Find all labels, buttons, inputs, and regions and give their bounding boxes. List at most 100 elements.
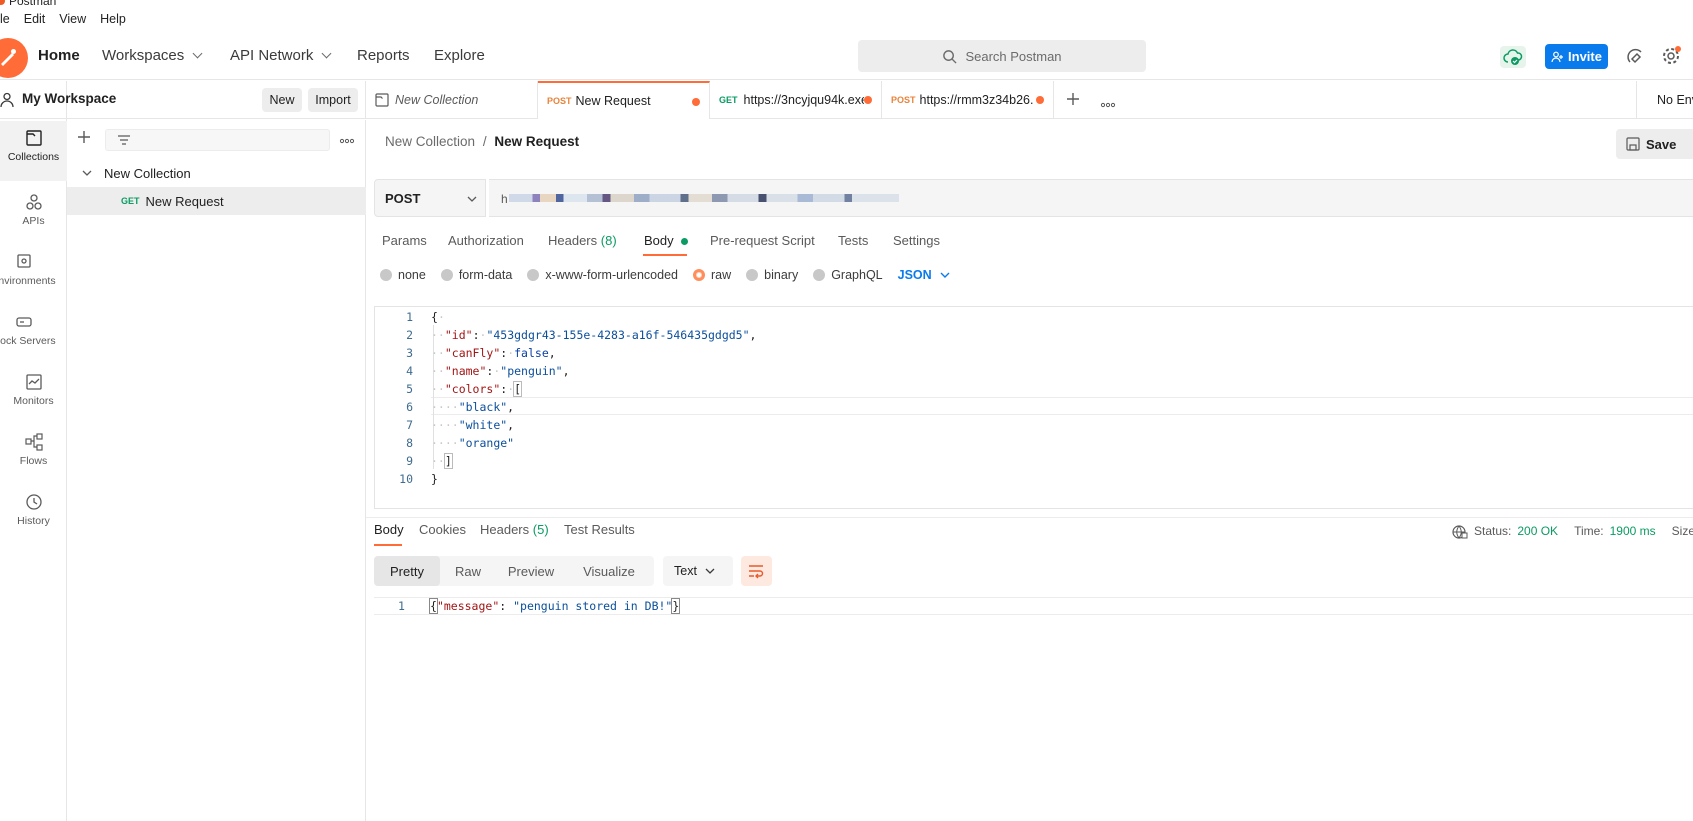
request-tabs: New Collection POST New Request GET http… bbox=[366, 81, 1693, 119]
workspace-title: My Workspace bbox=[22, 91, 117, 106]
breadcrumb-parent[interactable]: New Collection bbox=[385, 134, 475, 149]
chevron-down-icon bbox=[705, 568, 715, 574]
sidebar-item-monitors[interactable]: Monitors bbox=[0, 365, 67, 423]
tab-prerequest-script[interactable]: Pre-request Script bbox=[710, 233, 815, 248]
response-format-select[interactable]: Text bbox=[663, 556, 733, 586]
response-time[interactable]: 1900 ms bbox=[1610, 524, 1656, 540]
sidebar-item-collections[interactable]: Collections bbox=[0, 121, 67, 181]
unsaved-dot-icon bbox=[692, 98, 700, 106]
apis-icon bbox=[25, 194, 42, 210]
save-button[interactable]: Save bbox=[1616, 129, 1693, 159]
satellite-icon[interactable] bbox=[1626, 47, 1646, 67]
response-tab-test-results[interactable]: Test Results bbox=[564, 522, 635, 537]
more-options-icon[interactable] bbox=[339, 132, 355, 147]
sidebar-item-history[interactable]: History bbox=[0, 485, 67, 543]
response-tab-cookies[interactable]: Cookies bbox=[419, 522, 466, 537]
radio-binary[interactable]: binary bbox=[746, 268, 798, 282]
active-tab-underline bbox=[643, 254, 687, 256]
chevron-down-icon bbox=[940, 272, 950, 278]
menu-bar: le Edit View Help bbox=[0, 12, 126, 30]
tab-headers[interactable]: Headers (8) bbox=[548, 233, 617, 248]
tab-params[interactable]: Params bbox=[382, 233, 427, 248]
environments-icon bbox=[16, 254, 31, 268]
redacted-url bbox=[509, 194, 899, 202]
menu-help[interactable]: Help bbox=[100, 12, 126, 30]
view-preview[interactable]: Preview bbox=[496, 556, 566, 586]
radio-graphql[interactable]: GraphQL bbox=[813, 268, 883, 282]
add-user-icon bbox=[1551, 51, 1564, 62]
add-collection-icon[interactable] bbox=[77, 130, 91, 147]
tab-new-collection[interactable]: New Collection bbox=[366, 81, 538, 119]
globe-icon[interactable] bbox=[1452, 524, 1468, 540]
postman-app-icon bbox=[0, 0, 5, 5]
unsaved-dot-icon bbox=[1036, 96, 1044, 104]
view-visualize[interactable]: Visualize bbox=[566, 556, 652, 586]
user-icon bbox=[0, 92, 14, 108]
tab-new-request[interactable]: POST New Request bbox=[538, 81, 710, 119]
format-select-json[interactable]: JSON bbox=[898, 268, 950, 282]
tab-body[interactable]: Body bbox=[644, 233, 689, 248]
postman-logo-icon[interactable] bbox=[0, 38, 28, 78]
collection-row[interactable]: New Collection bbox=[67, 159, 366, 187]
top-navigation: Home Workspaces API Network Reports Expl… bbox=[0, 36, 1693, 80]
new-tab-plus-icon[interactable] bbox=[1066, 92, 1080, 109]
flows-icon bbox=[24, 433, 43, 451]
view-raw[interactable]: Raw bbox=[440, 556, 496, 586]
url-input[interactable]: h bbox=[489, 179, 1693, 217]
collections-icon bbox=[25, 130, 42, 146]
response-tab-headers[interactable]: Headers (5) bbox=[480, 522, 549, 537]
tab-authorization[interactable]: Authorization bbox=[448, 233, 524, 248]
view-pretty[interactable]: Pretty bbox=[374, 556, 440, 586]
response-active-underline bbox=[374, 544, 402, 546]
breadcrumb-current[interactable]: New Request bbox=[494, 134, 579, 149]
request-body-editor[interactable]: 1 2 3 4 5 6 7 8 9 10 {· ··"id":·"453gdgr… bbox=[374, 306, 1693, 509]
response-tab-body[interactable]: Body bbox=[374, 522, 404, 537]
radio-raw[interactable]: raw bbox=[693, 268, 731, 282]
nav-reports[interactable]: Reports bbox=[357, 47, 410, 64]
tab-get-request[interactable]: GET https://3ncyjqu94k.exe bbox=[710, 81, 882, 119]
more-tabs-icon[interactable] bbox=[1100, 96, 1116, 111]
menu-edit[interactable]: Edit bbox=[24, 12, 46, 30]
sidebar-item-apis[interactable]: APIs bbox=[0, 185, 67, 243]
chevron-down-icon bbox=[321, 48, 332, 59]
code-content: {· ··"id":·"453gdgr43-155e-4283-a16f-546… bbox=[431, 310, 757, 486]
radio-none[interactable]: none bbox=[380, 268, 426, 282]
sidebar-item-flows[interactable]: Flows bbox=[0, 425, 67, 483]
tab-post-request[interactable]: POST https://rmm3z34b26. bbox=[882, 81, 1054, 119]
menu-view[interactable]: View bbox=[59, 12, 86, 30]
sidebar-item-environments[interactable]: Environments bbox=[0, 245, 57, 303]
tab-settings[interactable]: Settings bbox=[893, 233, 940, 248]
new-button[interactable]: New bbox=[262, 88, 302, 112]
response-json: {"message": "penguin stored in DB!"} bbox=[429, 598, 681, 614]
request-row[interactable]: GET New Request bbox=[67, 187, 366, 215]
status-code[interactable]: 200 OK bbox=[1517, 524, 1558, 540]
sidebar-item-mock-servers[interactable]: Mock Servers bbox=[0, 305, 57, 363]
search-input[interactable]: Search Postman bbox=[858, 40, 1146, 72]
response-body[interactable]: 1 {"message": "penguin stored in DB!"} bbox=[374, 597, 1693, 615]
radio-x-www-form-urlencoded[interactable]: x-www-form-urlencoded bbox=[527, 268, 678, 282]
nav-home[interactable]: Home bbox=[38, 47, 80, 64]
window-title: Postman bbox=[0, 0, 56, 8]
history-icon bbox=[25, 494, 42, 510]
invite-button[interactable]: Invite bbox=[1545, 44, 1608, 69]
collections-panel: New Collection GET New Request bbox=[67, 120, 366, 821]
menu-file[interactable]: le bbox=[0, 12, 10, 30]
response-divider bbox=[366, 517, 1693, 518]
collections-filter-input[interactable] bbox=[105, 129, 330, 151]
import-button[interactable]: Import bbox=[308, 88, 358, 112]
line-numbers: 1 2 3 4 5 6 7 8 9 10 bbox=[399, 310, 413, 486]
method-select[interactable]: POST bbox=[374, 179, 486, 217]
sync-status-button[interactable] bbox=[1500, 46, 1526, 68]
nav-api-network[interactable]: API Network bbox=[230, 47, 332, 64]
search-icon bbox=[943, 49, 957, 64]
chevron-down-icon bbox=[192, 48, 203, 59]
settings-gear-icon[interactable] bbox=[1661, 46, 1681, 66]
cloud-check-icon bbox=[1503, 49, 1523, 65]
nav-workspaces[interactable]: Workspaces bbox=[102, 47, 203, 64]
environment-selector[interactable]: No Env bbox=[1636, 81, 1693, 119]
radio-form-data[interactable]: form-data bbox=[440, 268, 512, 282]
tab-tests[interactable]: Tests bbox=[838, 233, 868, 248]
wrap-lines-button[interactable] bbox=[741, 556, 772, 586]
nav-explore[interactable]: Explore bbox=[434, 47, 485, 64]
monitors-icon bbox=[25, 374, 42, 390]
